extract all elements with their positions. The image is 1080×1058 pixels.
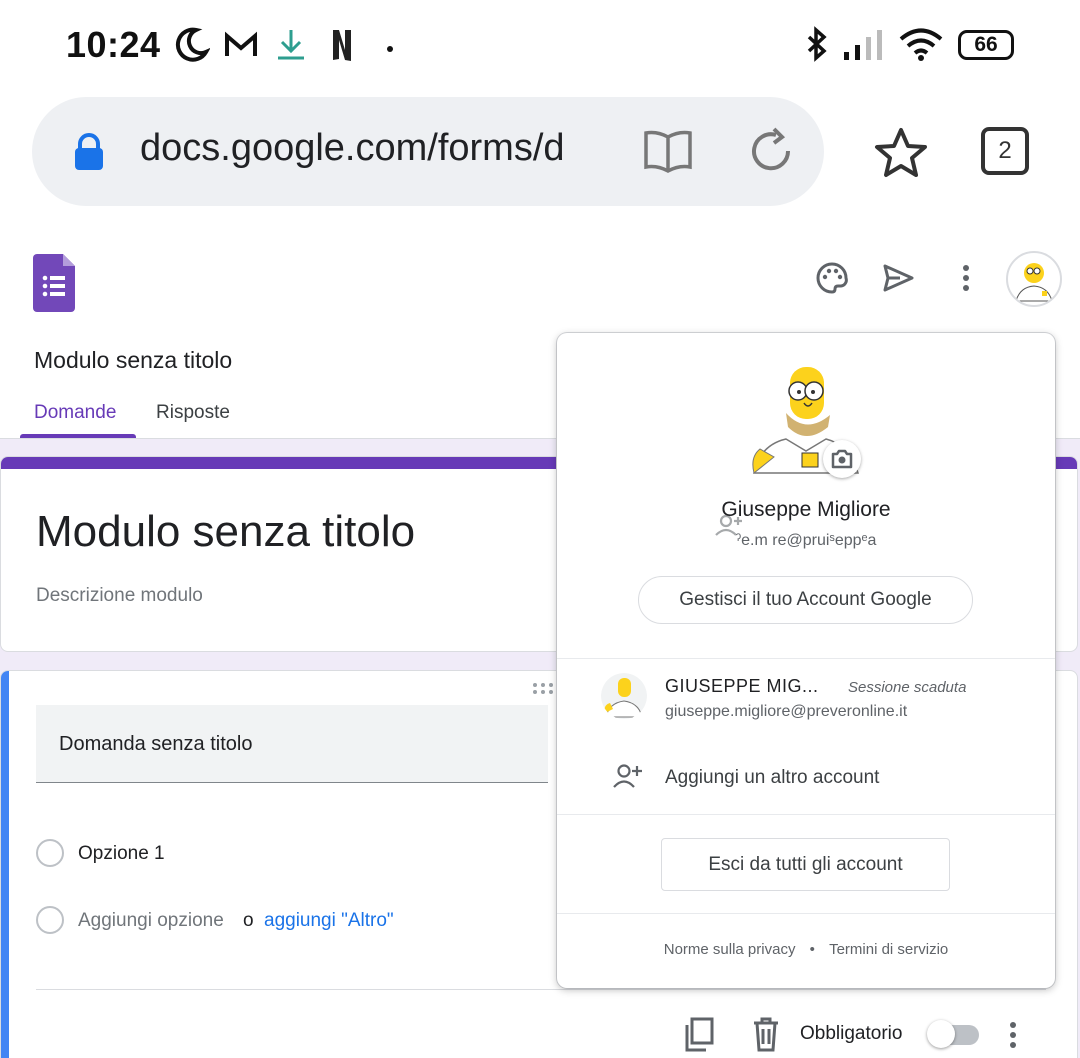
popup-divider xyxy=(557,814,1055,815)
tab-switcher-button[interactable]: 2 xyxy=(981,127,1029,175)
status-bar: 10:24 66 xyxy=(0,0,1080,92)
address-bar[interactable]: docs.google.com/forms/d xyxy=(32,97,824,206)
battery-icon: 66 xyxy=(958,30,1014,60)
privacy-policy-link[interactable]: Norme sulla privacy xyxy=(664,941,796,958)
lock-icon[interactable] xyxy=(72,133,106,176)
account-popup: Giuseppe Migliore ˀe.m re@pruiˢeppᵉa Ges… xyxy=(557,333,1055,988)
send-icon[interactable] xyxy=(880,260,916,301)
or-label: o xyxy=(243,910,254,931)
gmail-icon xyxy=(224,26,258,69)
question-title-input[interactable]: Domanda senza titolo xyxy=(36,705,548,783)
question-more-icon[interactable] xyxy=(1001,1017,1025,1058)
add-account-icon[interactable] xyxy=(613,763,643,794)
doc-title[interactable]: Modulo senza titolo xyxy=(34,347,232,374)
dot-icon xyxy=(386,40,394,58)
other-account-name[interactable]: GIUSEPPE MIG... xyxy=(665,676,819,697)
drag-handle-icon[interactable] xyxy=(531,681,555,702)
more-vert-icon[interactable] xyxy=(948,260,984,301)
other-account-avatar[interactable] xyxy=(601,673,647,719)
required-label: Obbligatorio xyxy=(800,1023,903,1044)
bookmark-star-icon[interactable] xyxy=(873,127,929,184)
radio-option-1 xyxy=(36,839,64,867)
status-time: 10:24 xyxy=(66,24,161,65)
bluetooth-icon xyxy=(804,26,830,69)
google-forms-logo[interactable] xyxy=(33,254,75,317)
question-footer-divider xyxy=(36,989,1046,990)
popup-divider xyxy=(557,658,1055,659)
popup-footer: Norme sulla privacy • Termini di servizi… xyxy=(557,941,1055,958)
question-title-text: Domanda senza titolo xyxy=(59,733,253,755)
wifi-icon xyxy=(898,28,944,67)
terms-of-service-link[interactable]: Termini di servizio xyxy=(829,941,948,958)
form-title-field[interactable]: Modulo senza titolo xyxy=(36,507,415,557)
option-1-field[interactable]: Opzione 1 xyxy=(78,843,165,865)
sign-out-all-button[interactable]: Esci da tutti gli account xyxy=(661,838,950,891)
form-description-field[interactable]: Descrizione modulo xyxy=(36,585,203,607)
active-question-indicator xyxy=(1,671,9,1058)
manage-account-button[interactable]: Gestisci il tuo Account Google xyxy=(638,576,973,624)
download-icon xyxy=(274,26,308,69)
tab-domande[interactable]: Domande xyxy=(34,402,116,424)
netflix-icon xyxy=(330,26,354,69)
url-text[interactable]: docs.google.com/forms/d xyxy=(140,127,600,170)
palette-icon[interactable] xyxy=(814,260,850,301)
delete-icon[interactable] xyxy=(752,1017,780,1058)
add-option-field[interactable]: Aggiungi opzione xyxy=(78,910,224,932)
reload-icon[interactable] xyxy=(746,127,798,180)
add-account-link[interactable]: Aggiungi un altro account xyxy=(665,767,879,789)
reader-mode-icon[interactable] xyxy=(642,127,694,180)
footer-separator: • xyxy=(809,941,815,958)
signal-icon xyxy=(842,28,886,67)
change-photo-button[interactable] xyxy=(823,440,861,478)
other-account-email[interactable]: giuseppe.migliore@preveronline.it xyxy=(665,703,907,721)
add-other-link[interactable]: aggiungi "Altro" xyxy=(264,910,394,932)
required-toggle-thumb[interactable] xyxy=(927,1020,955,1048)
account-email: ˀe.m re@pruiˢeppᵉa xyxy=(735,532,877,549)
tab-risposte[interactable]: Risposte xyxy=(156,402,230,424)
session-expired-label: Sessione scaduta xyxy=(848,679,967,696)
popup-divider xyxy=(557,913,1055,914)
duplicate-icon[interactable] xyxy=(683,1017,715,1058)
moon-icon xyxy=(174,26,211,69)
radio-add-option xyxy=(36,906,64,934)
account-avatar-button[interactable] xyxy=(1006,251,1062,307)
account-name: Giuseppe Migliore xyxy=(721,498,891,521)
